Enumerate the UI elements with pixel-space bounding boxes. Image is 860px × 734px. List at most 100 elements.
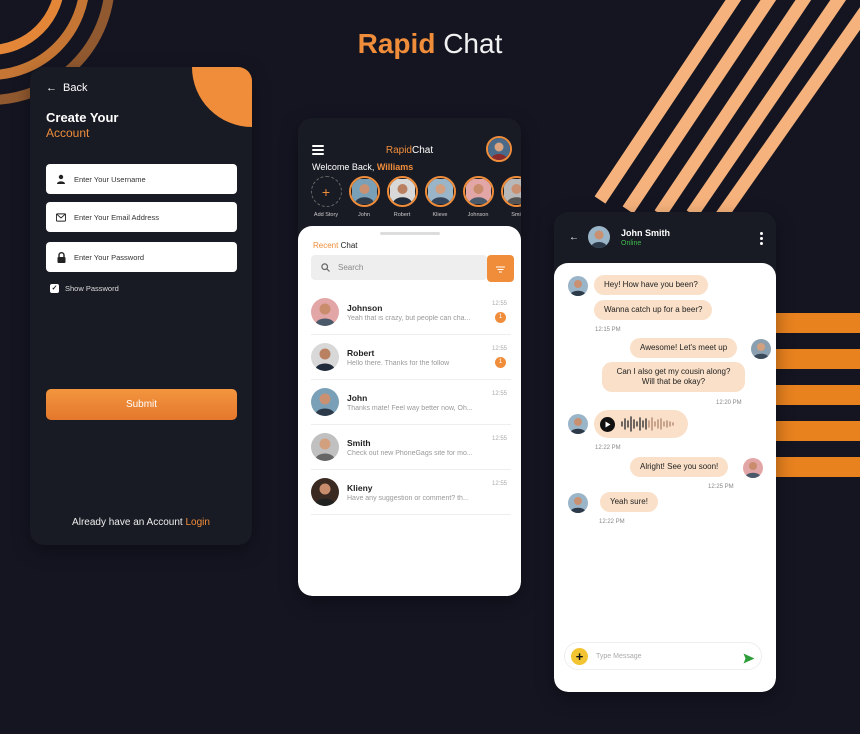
contact-status: Online	[621, 240, 642, 247]
list-item[interactable]: John Thanks mate! Feel way better now, O…	[311, 380, 511, 425]
chat-name: Klieny	[347, 482, 373, 493]
profile-avatar[interactable]	[486, 136, 512, 162]
chat-list: Johnson Yeah that is crazy, but people c…	[311, 290, 511, 515]
chat-preview: Thanks mate! Feel way better now, Oh...	[347, 404, 473, 412]
list-item[interactable]: Johnson Yeah that is crazy, but people c…	[311, 290, 511, 335]
lock-icon	[56, 251, 66, 263]
back-button[interactable]: ← Back	[46, 82, 87, 94]
story-johnson[interactable]: Johnson	[462, 176, 494, 218]
story-robert[interactable]: Robert	[386, 176, 418, 218]
contact-avatar[interactable]	[588, 226, 610, 248]
recent-label: Recent	[313, 241, 339, 250]
message-bubble: Alright! See you soon!	[630, 457, 729, 477]
story-john[interactable]: John	[348, 176, 380, 218]
avatar	[568, 276, 588, 296]
chat-label: Chat	[340, 241, 358, 250]
avatar	[311, 433, 339, 461]
avatar	[348, 176, 380, 207]
message-time: 12:20 PM	[716, 400, 742, 406]
message-placeholder: Type Message	[596, 652, 642, 660]
password-placeholder: Enter Your Password	[74, 252, 145, 262]
recent-chat-heading: Recent Chat	[313, 241, 358, 250]
story-label: Smi	[511, 212, 521, 218]
arrow-left-icon[interactable]: ←	[569, 232, 579, 243]
welcome-label: Welcome Back,	[312, 162, 375, 172]
back-label: Back	[63, 82, 88, 94]
chat-name: John	[347, 392, 368, 403]
sheet-handle[interactable]	[380, 232, 440, 235]
email-placeholder: Enter Your Email Address	[74, 212, 160, 222]
heading-line2: Account	[46, 126, 90, 140]
filter-icon	[496, 260, 505, 278]
list-item[interactable]: Smith Check out new PhoneGags site for m…	[311, 425, 511, 470]
message-bubble: Wanna catch up for a beer?	[594, 300, 713, 320]
add-story[interactable]: + Add Story	[310, 176, 342, 218]
avatar	[311, 343, 339, 371]
chat-preview: Hello there. Thanks for the follow	[347, 359, 450, 367]
email-field[interactable]: Enter Your Email Address	[46, 202, 237, 232]
avatar	[386, 176, 418, 207]
avatar	[462, 176, 494, 207]
send-icon[interactable]	[743, 651, 755, 669]
story-label: Klieve	[432, 212, 448, 218]
username-field[interactable]: Enter Your Username	[46, 164, 237, 194]
page-title: Rapid Chat	[0, 28, 860, 60]
avatar	[424, 176, 456, 207]
chat-time: 12:55	[491, 481, 507, 487]
brand-rapid: Rapid	[385, 145, 412, 156]
welcome-name: Williams	[376, 162, 414, 172]
chat-preview: Have any suggestion or comment? th...	[347, 494, 469, 502]
contact-name: John Smith	[621, 228, 670, 238]
avatar	[311, 388, 339, 416]
arrow-left-icon: ←	[46, 82, 57, 94]
welcome-text: Welcome Back, Williams	[312, 162, 413, 172]
play-icon[interactable]	[600, 416, 615, 432]
avatar	[311, 478, 339, 506]
messages-panel: Hey! How have you been? Wanna catch up f…	[554, 263, 776, 692]
login-link[interactable]: Login	[185, 517, 209, 528]
unread-badge: 1	[495, 312, 506, 323]
search-input[interactable]: Search	[311, 255, 487, 280]
avatar	[500, 176, 521, 207]
submit-button[interactable]: Submit	[46, 389, 237, 420]
story-label: Johnson	[467, 212, 489, 218]
show-password-label: Show Password	[65, 284, 119, 293]
chat-time: 12:55	[491, 391, 507, 397]
story-smith[interactable]: Smi	[500, 176, 521, 218]
checkmark-icon[interactable]: ✓	[50, 284, 59, 293]
chat-name: Smith	[347, 437, 371, 448]
voice-message[interactable]	[594, 410, 688, 438]
message-time: 12:22 PM	[599, 519, 625, 525]
mail-icon	[56, 212, 66, 222]
message-bubble: Can I also get my cousin along? Will tha…	[602, 362, 745, 392]
message-bubble: Hey! How have you been?	[594, 275, 708, 295]
heading-line1: Create Your	[46, 110, 119, 125]
list-item[interactable]: Robert Hello there. Thanks for the follo…	[311, 335, 511, 380]
username-placeholder: Enter Your Username	[74, 174, 146, 184]
plus-icon[interactable]: +	[310, 176, 342, 207]
chat-time: 12:55	[491, 346, 507, 352]
story-label: Robert	[393, 212, 411, 218]
login-prompt: Already have an Account Login	[30, 517, 252, 528]
story-label: Add Story	[313, 212, 339, 218]
message-time: 12:25 PM	[708, 484, 734, 490]
story-klieve[interactable]: Klieve	[424, 176, 456, 218]
show-password-checkbox[interactable]: ✓ Show Password	[50, 284, 119, 293]
list-item[interactable]: Klieny Have any suggestion or comment? t…	[311, 470, 511, 515]
chatlist-screen: Rapid Chat Welcome Back, Williams + Add S…	[298, 118, 521, 596]
password-field[interactable]: Enter Your Password	[46, 242, 237, 272]
stories-row: + Add Story John Robert Klieve Johnson S…	[310, 176, 521, 218]
more-options-icon[interactable]	[760, 232, 763, 247]
filter-button[interactable]	[487, 255, 514, 282]
chat-name: Johnson	[347, 302, 383, 313]
message-bubble: Yeah sure!	[600, 492, 658, 512]
plus-icon[interactable]: +	[571, 647, 588, 665]
message-input[interactable]: + Type Message	[564, 642, 762, 670]
chat-preview: Check out new PhoneGags site for mo...	[347, 449, 473, 457]
title-chat: Chat	[443, 28, 503, 59]
title-rapid: Rapid	[357, 28, 436, 59]
search-icon	[321, 259, 330, 277]
corner-decoration	[192, 67, 252, 127]
avatar	[743, 458, 763, 478]
chat-name: Robert	[347, 347, 375, 358]
